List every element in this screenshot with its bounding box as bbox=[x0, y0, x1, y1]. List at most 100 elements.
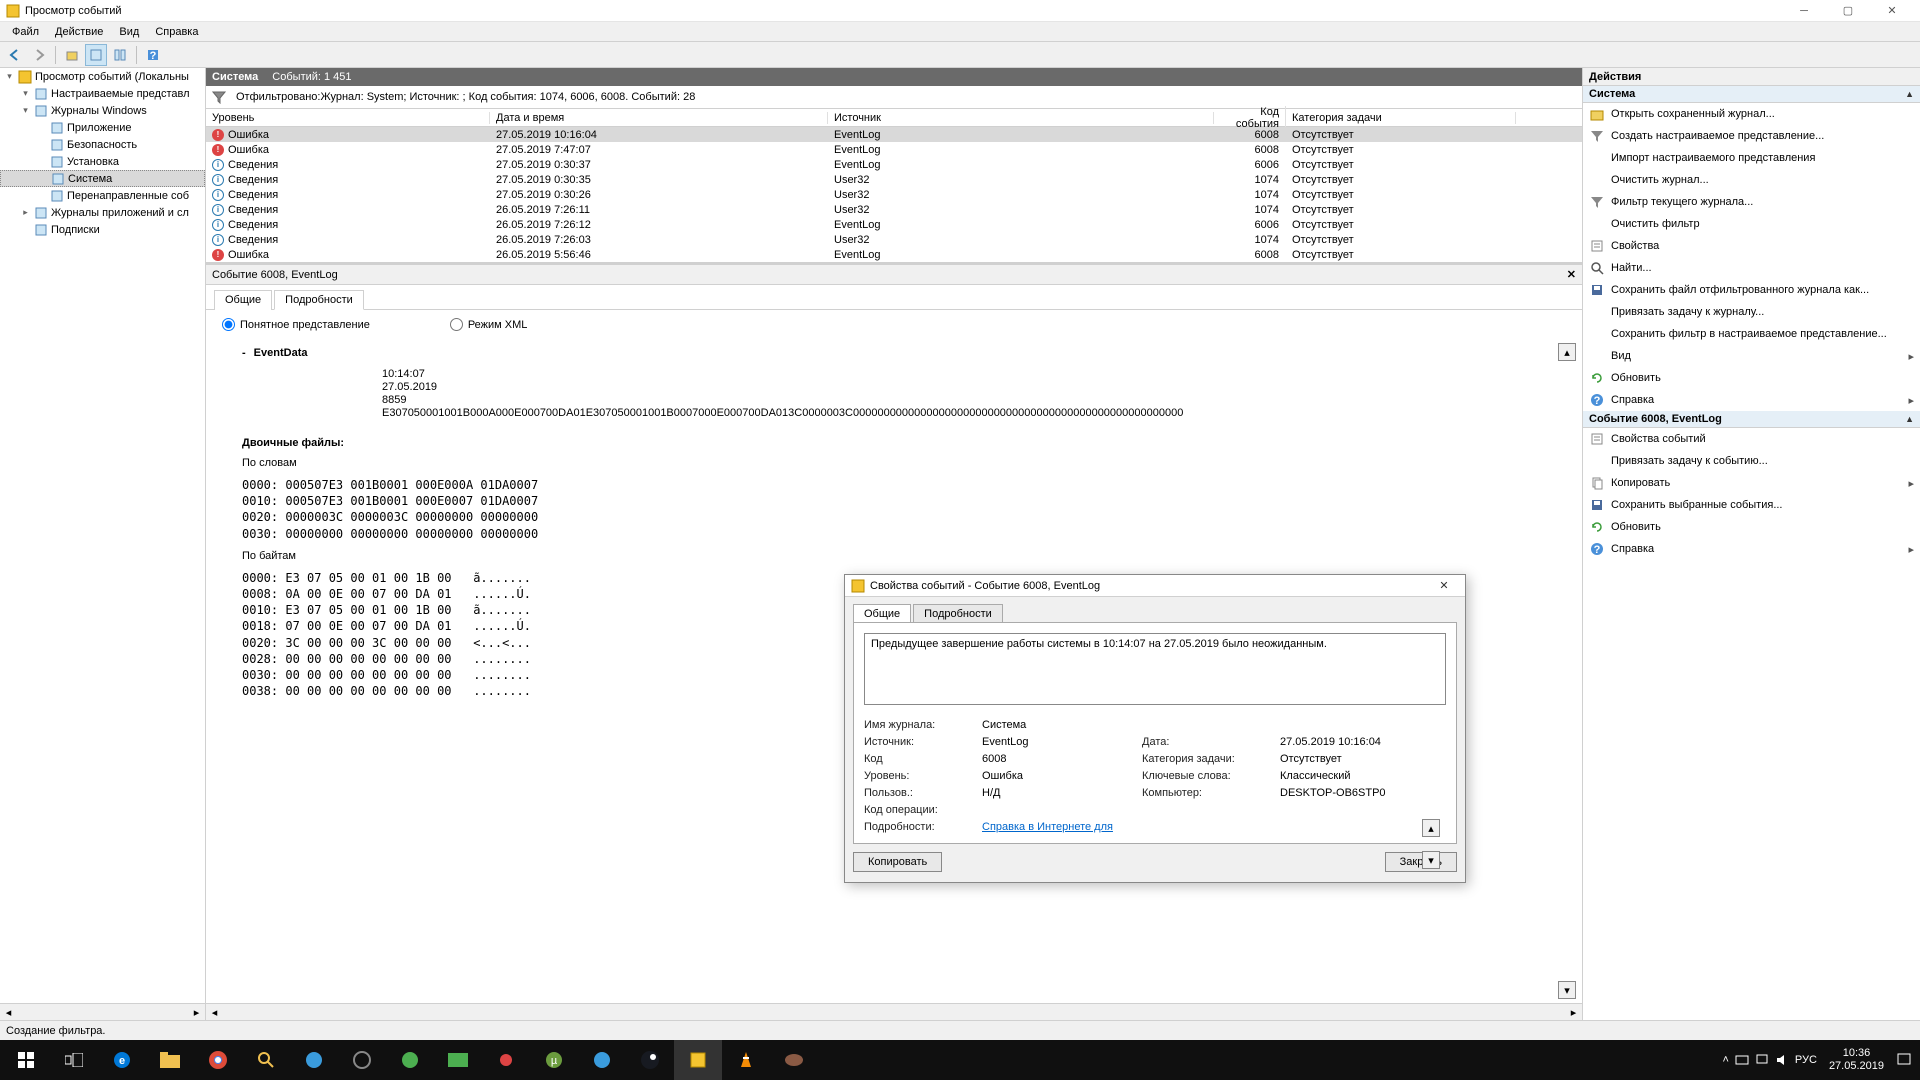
taskbar-app3[interactable] bbox=[386, 1040, 434, 1080]
tray-clock[interactable]: 10:36 27.05.2019 bbox=[1823, 1047, 1890, 1073]
event-row[interactable]: !Ошибка27.05.2019 10:16:04EventLog6008От… bbox=[206, 127, 1582, 142]
back-button[interactable] bbox=[4, 44, 26, 66]
col-date[interactable]: Дата и время bbox=[490, 112, 828, 124]
taskbar-search[interactable] bbox=[242, 1040, 290, 1080]
event-row[interactable]: iСведения27.05.2019 0:30:26User321074Отс… bbox=[206, 187, 1582, 202]
tool-btn-1[interactable] bbox=[61, 44, 83, 66]
forward-button[interactable] bbox=[28, 44, 50, 66]
taskbar-app1[interactable] bbox=[290, 1040, 338, 1080]
collapse-icon[interactable]: ▲ bbox=[1905, 89, 1914, 99]
action-item[interactable]: Привязать задачу к журналу... bbox=[1583, 301, 1920, 323]
action-item[interactable]: ?Справка▸ bbox=[1583, 538, 1920, 560]
tray-icon[interactable] bbox=[1735, 1053, 1749, 1067]
taskbar-app4[interactable] bbox=[434, 1040, 482, 1080]
tab-general[interactable]: Общие bbox=[214, 290, 272, 310]
action-item[interactable]: Сохранить фильтр в настраиваемое предста… bbox=[1583, 323, 1920, 345]
taskbar-steam[interactable] bbox=[626, 1040, 674, 1080]
event-row[interactable]: !Ошибка26.05.2019 5:56:46EventLog6008Отс… bbox=[206, 247, 1582, 262]
expand-icon[interactable]: ▾ bbox=[20, 105, 31, 116]
tray-lang[interactable]: РУС bbox=[1795, 1054, 1817, 1066]
tool-btn-3[interactable] bbox=[109, 44, 131, 66]
close-button[interactable]: Закрыть bbox=[1385, 852, 1457, 872]
event-row[interactable]: iСведения26.05.2019 7:26:12EventLog6006О… bbox=[206, 217, 1582, 232]
tree-item[interactable]: ▸Журналы приложений и сл bbox=[0, 204, 205, 221]
dlg-tab-general[interactable]: Общие bbox=[853, 604, 911, 623]
expand-icon[interactable]: ▾ bbox=[20, 88, 31, 99]
tab-details[interactable]: Подробности bbox=[274, 290, 364, 310]
taskview-button[interactable] bbox=[50, 1040, 98, 1080]
col-level[interactable]: Уровень bbox=[206, 112, 490, 124]
help-link[interactable]: Справка в Интернете для bbox=[982, 821, 1113, 833]
col-category[interactable]: Категория задачи bbox=[1286, 112, 1516, 124]
tray-up-icon[interactable]: ˄ bbox=[1722, 1054, 1728, 1066]
taskbar-record[interactable] bbox=[482, 1040, 530, 1080]
tree-item[interactable]: Установка bbox=[0, 153, 205, 170]
maximize-button[interactable]: ▢ bbox=[1826, 0, 1870, 22]
taskbar-app6[interactable] bbox=[770, 1040, 818, 1080]
dialog-titlebar[interactable]: Свойства событий - Событие 6008, EventLo… bbox=[845, 575, 1465, 597]
action-item[interactable]: Найти... bbox=[1583, 257, 1920, 279]
tool-btn-2[interactable] bbox=[85, 44, 107, 66]
radio-xml[interactable]: Режим XML bbox=[450, 318, 528, 331]
detail-scroll-up[interactable]: ▴ bbox=[1558, 343, 1576, 361]
action-item[interactable]: Обновить bbox=[1583, 516, 1920, 538]
taskbar-explorer[interactable] bbox=[146, 1040, 194, 1080]
dlg-tab-details[interactable]: Подробности bbox=[913, 604, 1003, 623]
dlg-prev-event[interactable]: ▴ bbox=[1422, 819, 1440, 837]
close-button[interactable]: ✕ bbox=[1870, 0, 1914, 22]
event-row[interactable]: iСведения26.05.2019 7:26:03User321074Отс… bbox=[206, 232, 1582, 247]
tree-item[interactable]: Безопасность bbox=[0, 136, 205, 153]
tree-item[interactable]: Перенаправленные соб bbox=[0, 187, 205, 204]
col-source[interactable]: Источник bbox=[828, 112, 1214, 124]
copy-button[interactable]: Копировать bbox=[853, 852, 942, 872]
tree-item[interactable]: ▾Настраиваемые представл bbox=[0, 85, 205, 102]
tree-root[interactable]: ▾ Просмотр событий (Локальны bbox=[0, 68, 205, 85]
menu-help[interactable]: Справка bbox=[147, 24, 206, 40]
action-item[interactable]: Сохранить файл отфильтрованного журнала … bbox=[1583, 279, 1920, 301]
action-item[interactable]: Фильтр текущего журнала... bbox=[1583, 191, 1920, 213]
action-item[interactable]: ?Справка▸ bbox=[1583, 389, 1920, 411]
radio-friendly[interactable]: Понятное представление bbox=[222, 318, 370, 331]
tray-volume-icon[interactable] bbox=[1775, 1053, 1789, 1067]
collapse-icon[interactable]: ▲ bbox=[1905, 414, 1914, 424]
event-row[interactable]: iСведения26.05.2019 7:26:11User321074Отс… bbox=[206, 202, 1582, 217]
taskbar-app2[interactable] bbox=[338, 1040, 386, 1080]
menu-action[interactable]: Действие bbox=[47, 24, 111, 40]
action-item[interactable]: Открыть сохраненный журнал... bbox=[1583, 103, 1920, 125]
action-item[interactable]: Очистить фильтр bbox=[1583, 213, 1920, 235]
action-item[interactable]: Привязать задачу к событию... bbox=[1583, 450, 1920, 472]
action-group-header[interactable]: Событие 6008, EventLog▲ bbox=[1583, 411, 1920, 428]
start-button[interactable] bbox=[2, 1040, 50, 1080]
col-event-id[interactable]: Код события bbox=[1214, 106, 1286, 130]
event-rows[interactable]: !Ошибка27.05.2019 10:16:04EventLog6008От… bbox=[206, 127, 1582, 262]
detail-scroll-down[interactable]: ▾ bbox=[1558, 981, 1576, 999]
tray-network-icon[interactable] bbox=[1755, 1053, 1769, 1067]
tree-item[interactable]: Подписки bbox=[0, 221, 205, 238]
expand-icon[interactable]: ▸ bbox=[20, 207, 31, 218]
action-item[interactable]: Обновить bbox=[1583, 367, 1920, 389]
action-item[interactable]: Импорт настраиваемого представления bbox=[1583, 147, 1920, 169]
tree-item[interactable]: Приложение bbox=[0, 119, 205, 136]
taskbar-app5[interactable] bbox=[578, 1040, 626, 1080]
menu-file[interactable]: Файл bbox=[4, 24, 47, 40]
scroll-left-icon[interactable]: ◂ bbox=[206, 1004, 223, 1021]
detail-close-icon[interactable]: ✕ bbox=[1567, 268, 1576, 281]
detail-hscroll[interactable]: ◂▸ bbox=[206, 1003, 1582, 1020]
dlg-next-event[interactable]: ▾ bbox=[1422, 851, 1440, 869]
taskbar-edge[interactable]: e bbox=[98, 1040, 146, 1080]
event-row[interactable]: !Ошибка27.05.2019 7:47:07EventLog6008Отс… bbox=[206, 142, 1582, 157]
action-item[interactable]: Вид▸ bbox=[1583, 345, 1920, 367]
expand-icon[interactable]: ▾ bbox=[4, 71, 15, 82]
action-item[interactable]: Создать настраиваемое представление... bbox=[1583, 125, 1920, 147]
action-item[interactable]: Очистить журнал... bbox=[1583, 169, 1920, 191]
tray-notifications-icon[interactable] bbox=[1896, 1052, 1912, 1068]
taskbar-eventviewer[interactable] bbox=[674, 1040, 722, 1080]
taskbar-vlc[interactable] bbox=[722, 1040, 770, 1080]
action-item[interactable]: Сохранить выбранные события... bbox=[1583, 494, 1920, 516]
tree-hscroll[interactable]: ◂▸ bbox=[0, 1003, 205, 1020]
menu-view[interactable]: Вид bbox=[111, 24, 147, 40]
taskbar-utorrent[interactable]: µ bbox=[530, 1040, 578, 1080]
tree-item[interactable]: Система bbox=[0, 170, 205, 187]
event-row[interactable]: iСведения27.05.2019 0:30:35User321074Отс… bbox=[206, 172, 1582, 187]
minimize-button[interactable]: ─ bbox=[1782, 0, 1826, 22]
